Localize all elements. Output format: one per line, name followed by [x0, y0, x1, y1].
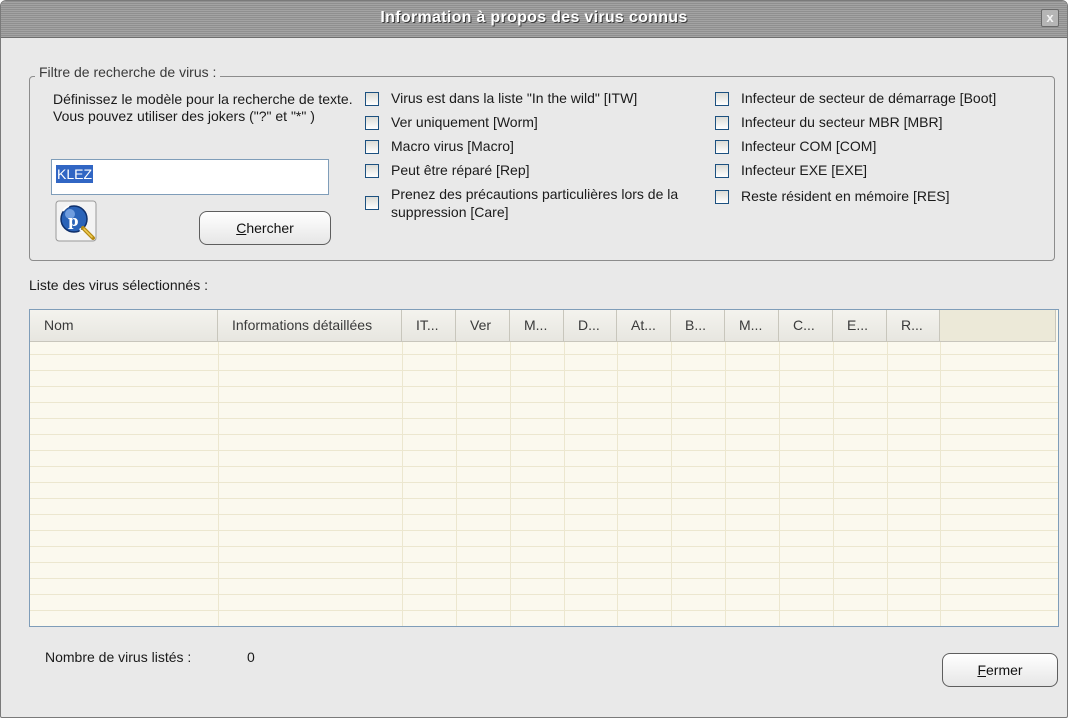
grid-column-line [617, 342, 618, 626]
column-header-at[interactable]: At... [617, 310, 671, 342]
search-input-value: KLEZ [56, 165, 94, 183]
checkbox-label: Infecteur de secteur de démarrage [Boot] [741, 90, 997, 106]
checkbox-itw[interactable]: Virus est dans la liste "In the wild" [I… [365, 89, 637, 107]
close-button-mnemonic: F [977, 662, 986, 678]
title-bar[interactable]: Information à propos des virus connus x [1, 1, 1067, 38]
search-button-label: hercher [246, 220, 294, 236]
grid-column-line [218, 342, 219, 626]
filter-group-legend: Filtre de recherche de virus : [35, 64, 221, 80]
grid-column-line [833, 342, 834, 626]
checkbox-box[interactable] [715, 164, 729, 178]
checkbox-box[interactable] [365, 164, 379, 178]
grid-row-line [30, 514, 1058, 515]
grid-column-line [510, 342, 511, 626]
checkbox-mbr[interactable]: Infecteur du secteur MBR [MBR] [715, 113, 943, 131]
column-header-macro[interactable]: M... [510, 310, 564, 342]
window-title: Information à propos des virus connus [380, 9, 688, 26]
table-header: Nom Informations détaillées IT... Ver M.… [30, 310, 1056, 342]
column-header-itw[interactable]: IT... [402, 310, 456, 342]
column-header-mbr[interactable]: M... [725, 310, 779, 342]
grid-row-line [30, 482, 1058, 483]
checkbox-boot[interactable]: Infecteur de secteur de démarrage [Boot] [715, 89, 996, 107]
grid-column-line [456, 342, 457, 626]
checkbox-res[interactable]: Reste résident en mémoire [RES] [715, 187, 950, 205]
list-label: Liste des virus sélectionnés : [29, 277, 208, 293]
close-button-label: ermer [986, 662, 1023, 678]
grid-column-line [940, 342, 941, 626]
grid-column-line [725, 342, 726, 626]
checkbox-box[interactable] [365, 92, 379, 106]
dialog-window: Information à propos des virus connus x … [0, 0, 1068, 718]
svg-text:p: p [68, 212, 79, 230]
virus-count-value: 0 [247, 649, 255, 665]
column-header-res[interactable]: R... [887, 310, 940, 342]
column-header-exe[interactable]: E... [833, 310, 887, 342]
column-header-worm[interactable]: Ver [456, 310, 510, 342]
checkbox-macro[interactable]: Macro virus [Macro] [365, 137, 514, 155]
grid-row-line [30, 466, 1058, 467]
grid-row-line [30, 434, 1058, 435]
checkbox-box[interactable] [365, 116, 379, 130]
checkbox-label: Infecteur du secteur MBR [MBR] [741, 114, 943, 130]
checkbox-box[interactable] [365, 196, 379, 210]
checkbox-box[interactable] [365, 140, 379, 154]
grid-row-line [30, 402, 1058, 403]
grid-row-line [30, 370, 1058, 371]
grid-row-line [30, 594, 1058, 595]
checkbox-exe[interactable]: Infecteur EXE [EXE] [715, 161, 867, 179]
close-icon[interactable]: x [1041, 9, 1059, 27]
grid-column-line [402, 342, 403, 626]
column-header-details[interactable]: Informations détaillées [218, 310, 402, 342]
grid-column-line [887, 342, 888, 626]
virus-list-table[interactable]: Nom Informations détaillées IT... Ver M.… [29, 309, 1059, 627]
checkbox-label: Ver uniquement [Worm] [391, 114, 538, 130]
grid-row-line [30, 386, 1058, 387]
checkbox-care[interactable]: Prenez des précautions particulières lor… [365, 185, 705, 221]
search-input[interactable]: KLEZ [51, 159, 329, 195]
column-header-com[interactable]: C... [779, 310, 833, 342]
grid-column-line [779, 342, 780, 626]
checkbox-label: Virus est dans la liste "In the wild" [I… [391, 90, 638, 106]
grid-row-line [30, 626, 1058, 627]
filter-description: Définissez le modèle pour la recherche d… [53, 91, 353, 124]
grid-row-line [30, 578, 1058, 579]
checkbox-box[interactable] [715, 190, 729, 204]
checkbox-box[interactable] [715, 140, 729, 154]
checkbox-label: Reste résident en mémoire [RES] [741, 188, 950, 204]
checkbox-box[interactable] [715, 92, 729, 106]
grid-row-line [30, 354, 1058, 355]
checkbox-label: Infecteur COM [COM] [741, 138, 877, 154]
pattern-search-icon[interactable]: p s [55, 200, 97, 242]
grid-column-line [671, 342, 672, 626]
grid-column-line [564, 342, 565, 626]
checkbox-com[interactable]: Infecteur COM [COM] [715, 137, 876, 155]
column-header-filler [940, 310, 1056, 342]
table-body[interactable] [30, 342, 1058, 626]
checkbox-label: Macro virus [Macro] [391, 138, 514, 154]
checkbox-worm[interactable]: Ver uniquement [Worm] [365, 113, 538, 131]
grid-row-line [30, 530, 1058, 531]
search-button[interactable]: Chercher [199, 211, 331, 245]
checkbox-label: Peut être réparé [Rep] [391, 162, 530, 178]
search-button-mnemonic: C [236, 220, 247, 236]
checkbox-label: Prenez des précautions particulières lor… [391, 186, 679, 220]
virus-count-label: Nombre de virus listés : [45, 649, 192, 665]
grid-row-line [30, 562, 1058, 563]
column-header-name[interactable]: Nom [30, 310, 218, 342]
grid-row-line [30, 450, 1058, 451]
grid-row-line [30, 546, 1058, 547]
grid-row-line [30, 498, 1058, 499]
checkbox-box[interactable] [715, 116, 729, 130]
checkbox-label: Infecteur EXE [EXE] [741, 162, 868, 178]
column-header-boot[interactable]: B... [671, 310, 725, 342]
checkbox-rep[interactable]: Peut être réparé [Rep] [365, 161, 530, 179]
close-button[interactable]: Fermer [942, 653, 1058, 687]
grid-row-line [30, 610, 1058, 611]
grid-row-line [30, 418, 1058, 419]
column-header-d[interactable]: D... [564, 310, 617, 342]
